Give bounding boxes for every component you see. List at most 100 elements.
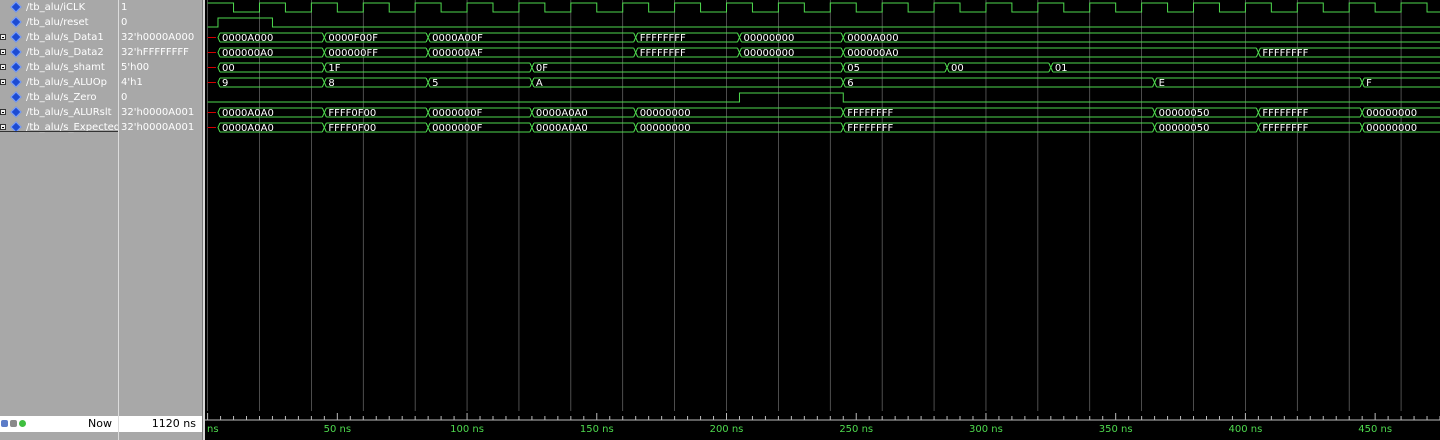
signal-row[interactable]: /tb_alu/reset bbox=[0, 15, 118, 30]
bus-value-label: 01 bbox=[1055, 63, 1068, 74]
bus-value-label: 0000A0A0 bbox=[536, 123, 588, 134]
bus-transition bbox=[323, 122, 327, 133]
bus-transition bbox=[842, 122, 846, 133]
signal-diamond-icon bbox=[10, 31, 22, 43]
bus-value-label: 9 bbox=[222, 78, 228, 89]
bus-transition bbox=[427, 122, 431, 133]
bus-transition bbox=[217, 47, 221, 58]
bus-transition bbox=[427, 77, 431, 88]
bus-value-label: A bbox=[536, 78, 543, 89]
bus-transition bbox=[1361, 107, 1365, 118]
bus-value-label: 000000A0 bbox=[847, 48, 898, 59]
bus-transition bbox=[1050, 62, 1054, 73]
signal-value: 32'h0000A000 bbox=[121, 32, 195, 43]
signal-name: /tb_alu/s_ALUOp bbox=[26, 77, 107, 88]
bus-value-label: FFFF0F00 bbox=[328, 108, 376, 119]
clock-waveform bbox=[207, 2, 1440, 13]
tick-label: 150 ns bbox=[580, 424, 614, 435]
bus-transition bbox=[217, 32, 221, 43]
signal-value: 32'hFFFFFFFF bbox=[121, 47, 189, 58]
bus-transition bbox=[531, 62, 535, 73]
bus-transition bbox=[1257, 122, 1261, 133]
signal-name: /tb_alu/s_Zero bbox=[26, 92, 97, 103]
bus-value-label: 00 bbox=[951, 63, 964, 74]
bus-transition bbox=[323, 47, 327, 58]
expand-icon[interactable] bbox=[0, 49, 6, 55]
signal-row[interactable]: /tb_alu/s_ALUOp bbox=[0, 75, 118, 90]
bus-transition bbox=[946, 62, 950, 73]
bus-transition bbox=[1361, 122, 1365, 133]
bus-value-label: 0000000F bbox=[432, 108, 483, 119]
now-row: Now bbox=[0, 416, 118, 432]
bus-transition bbox=[1361, 77, 1365, 88]
signal-name: /tb_alu/s_shamt bbox=[26, 62, 105, 73]
bus-value-label: FFFFFFFF bbox=[1262, 48, 1308, 59]
signal-row[interactable]: /tb_alu/s_shamt bbox=[0, 60, 118, 75]
bus-transition bbox=[635, 32, 639, 43]
tick-label: 350 ns bbox=[1099, 424, 1133, 435]
bus-transition bbox=[323, 107, 327, 118]
signal-value: 5'h00 bbox=[121, 62, 150, 73]
expand-icon[interactable] bbox=[0, 64, 6, 70]
add-icon[interactable] bbox=[19, 420, 26, 427]
cursor-lock-icon[interactable] bbox=[1, 420, 8, 427]
now-value: 1120 ns bbox=[119, 416, 202, 432]
bus-value-label: 8 bbox=[328, 78, 334, 89]
bus-transition bbox=[1154, 77, 1158, 88]
add-cursor-icon[interactable] bbox=[10, 420, 17, 427]
bus-transition bbox=[427, 32, 431, 43]
bus-value-label: 00000000 bbox=[1366, 108, 1417, 119]
bus-transition bbox=[427, 47, 431, 58]
signal-diamond-icon bbox=[10, 91, 22, 103]
bus-value-label: 0000A0A0 bbox=[222, 108, 274, 119]
bus-transition bbox=[635, 107, 639, 118]
bus-value-label: F bbox=[1366, 78, 1372, 89]
bus-value-label: 5 bbox=[432, 78, 438, 89]
bus-transition bbox=[738, 47, 742, 58]
bus-transition bbox=[217, 107, 221, 118]
expand-icon[interactable] bbox=[0, 109, 6, 115]
expand-icon[interactable] bbox=[0, 34, 6, 40]
expand-icon[interactable] bbox=[0, 79, 6, 85]
signal-row[interactable]: /tb_alu/s_Data1 bbox=[0, 30, 118, 45]
signal-diamond-icon bbox=[10, 46, 22, 58]
bus-transition bbox=[635, 47, 639, 58]
bus-transition bbox=[738, 32, 742, 43]
bus-transition bbox=[531, 77, 535, 88]
bus-transition bbox=[323, 62, 327, 73]
signal-row[interactable]: /tb_alu/s_Expected bbox=[0, 120, 120, 135]
tick-label: ns bbox=[207, 424, 219, 435]
signal-values-panel: 1 0 32'h0000A000 32'hFFFFFFFF 5'h00 4'h1 0 32'h… bbox=[119, 0, 202, 440]
bus-value-label: FFFFFFFF bbox=[640, 33, 686, 44]
bus-value-label: 0000A000 bbox=[222, 33, 273, 44]
bus-value-label: 00 bbox=[222, 63, 235, 74]
signal-row[interactable]: /tb_alu/iCLK bbox=[0, 0, 118, 15]
tick-label: 250 ns bbox=[839, 424, 873, 435]
bus-value-label: 00000050 bbox=[1159, 123, 1210, 134]
signal-row[interactable]: /tb_alu/s_Data2 bbox=[0, 45, 118, 60]
bus-value-label: FFFFFFFF bbox=[847, 123, 893, 134]
bus-value-label: 000000A0 bbox=[222, 48, 273, 59]
bus-transition bbox=[1154, 107, 1158, 118]
waveform-area[interactable]: 0000A000 0000F00F 0000A00F FFFFFFFF 00000000… bbox=[205, 0, 1440, 440]
signal-diamond-icon bbox=[10, 16, 22, 28]
signal-name: /tb_alu/s_Data1 bbox=[26, 32, 104, 43]
bus-value-label: 00000000 bbox=[640, 108, 691, 119]
bus-transition bbox=[635, 122, 639, 133]
signal-row[interactable]: /tb_alu/s_ALURslt bbox=[0, 105, 118, 120]
bus-transition bbox=[842, 32, 846, 43]
bus-value-label: FFFFFFFF bbox=[847, 108, 893, 119]
bus-value-label: E bbox=[1159, 78, 1165, 89]
bus-value-label: FFFFFFFF bbox=[640, 48, 686, 59]
bus-value-label: 05 bbox=[847, 63, 860, 74]
bus-value-label: 00000000 bbox=[1366, 123, 1417, 134]
bus-value-label: 00000000 bbox=[743, 48, 794, 59]
bus-transition bbox=[531, 122, 535, 133]
bus-transition bbox=[842, 77, 846, 88]
signal-row[interactable]: /tb_alu/s_Zero bbox=[0, 90, 118, 105]
bus-transition bbox=[842, 47, 846, 58]
expand-icon[interactable] bbox=[0, 124, 6, 130]
bus-transition bbox=[842, 62, 846, 73]
bus-transition bbox=[217, 77, 221, 88]
tick-label: 450 ns bbox=[1358, 424, 1392, 435]
